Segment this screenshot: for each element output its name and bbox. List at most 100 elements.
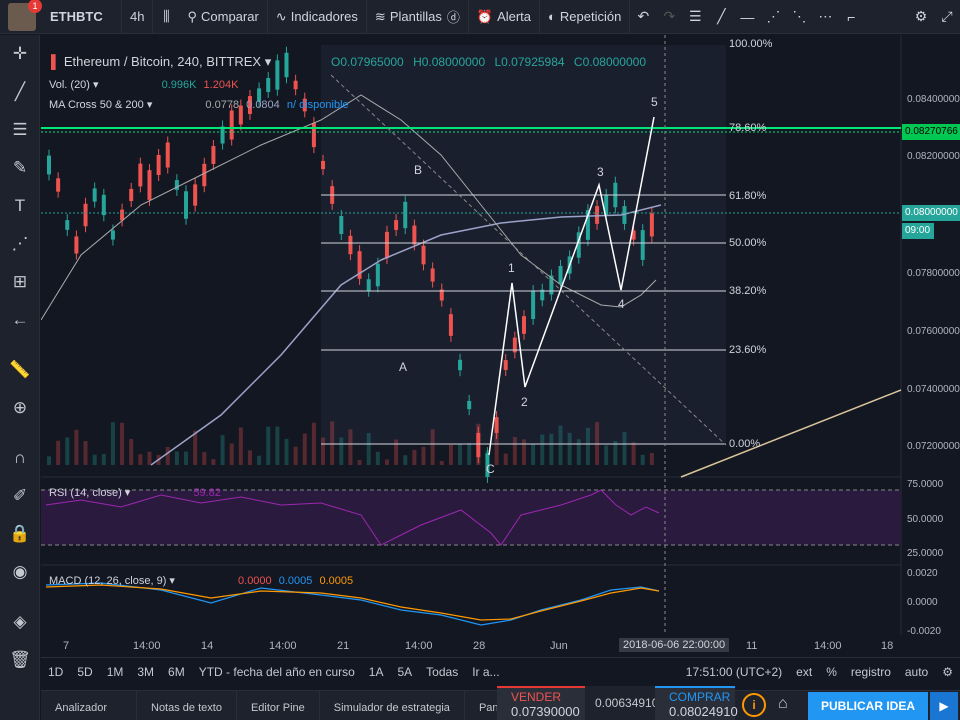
- fullscreen-icon[interactable]: ⤢: [934, 0, 960, 34]
- buy-button[interactable]: COMPRAR 0.08024910: [655, 686, 738, 720]
- percent-toggle[interactable]: %: [819, 665, 844, 679]
- volume-bar: [430, 429, 435, 465]
- replay-button[interactable]: ◐ Repetición: [540, 0, 631, 34]
- tab-strategy-tester[interactable]: Simulador de estrategia: [320, 690, 465, 720]
- wave-abc-icon[interactable]: ⋱: [786, 0, 812, 34]
- notification-badge: 1: [28, 0, 42, 13]
- back-arrow-icon[interactable]: ←: [0, 301, 40, 339]
- trendline-tool-icon[interactable]: ╱: [0, 73, 40, 111]
- undo-icon[interactable]: ↶: [630, 0, 656, 34]
- interval-button[interactable]: 4h: [122, 0, 154, 34]
- volume-bar: [193, 430, 198, 465]
- settings-icon[interactable]: ⚙: [908, 0, 934, 34]
- volume-bar: [220, 435, 225, 465]
- ext-toggle[interactable]: ext: [789, 665, 819, 679]
- volume-bar: [101, 453, 106, 465]
- info-icon[interactable]: i: [742, 693, 766, 717]
- candle-body: [193, 184, 198, 206]
- avatar[interactable]: 1: [8, 0, 42, 31]
- fib-tool-icon[interactable]: ☰: [0, 111, 40, 149]
- chart-settings-icon[interactable]: ⚙: [935, 665, 960, 679]
- stay-drawing-icon[interactable]: ✐: [0, 477, 40, 515]
- wave-123-icon[interactable]: ⋰: [760, 0, 786, 34]
- range-5a[interactable]: 5A: [390, 665, 419, 679]
- candle-body: [293, 80, 298, 90]
- play-icon[interactable]: ▶: [930, 692, 958, 720]
- horizontal-line-icon[interactable]: —: [734, 0, 760, 34]
- range-5d[interactable]: 5D: [70, 665, 99, 679]
- layers-icon[interactable]: ◈: [0, 603, 40, 641]
- wave-wxyz-icon[interactable]: ⋯: [812, 0, 838, 34]
- clock[interactable]: 17:51:00 (UTC+2): [679, 665, 789, 679]
- volume-bar: [649, 452, 654, 465]
- volume-bar: [229, 443, 234, 465]
- volume-bar: [138, 454, 143, 465]
- indicators-button[interactable]: ∿ Indicadores: [268, 0, 367, 34]
- range-ytd[interactable]: YTD - fecha del año en curso: [192, 665, 362, 679]
- zoom-icon[interactable]: ⊕: [0, 389, 40, 427]
- wave-label-2: 2: [521, 395, 528, 409]
- volume-bar: [567, 432, 572, 465]
- auto-toggle[interactable]: auto: [898, 665, 935, 679]
- volume-bar: [403, 455, 408, 465]
- templates-button[interactable]: ≋ Plantillas ⓓ: [367, 0, 469, 34]
- volume-bar: [613, 440, 618, 465]
- trendline-icon[interactable]: ╱: [708, 0, 734, 34]
- symbol-button[interactable]: ETHBTC: [42, 0, 122, 34]
- brush-icon[interactable]: ✎: [0, 149, 40, 187]
- compare-button[interactable]: ⚲ Comparar: [179, 0, 268, 34]
- eye-icon[interactable]: ◉: [0, 553, 40, 591]
- range-1m[interactable]: 1M: [100, 665, 131, 679]
- trash-icon[interactable]: 🗑: [0, 641, 40, 679]
- sell-button[interactable]: VENDER 0.07390000: [497, 686, 585, 720]
- range-1d[interactable]: 1D: [41, 665, 70, 679]
- ruler-icon[interactable]: ⌐: [838, 0, 864, 34]
- candles-icon[interactable]: ⫼: [153, 0, 179, 34]
- volume-bar: [339, 437, 344, 465]
- redo-icon[interactable]: ↷: [656, 0, 682, 34]
- price-chart[interactable]: 0.08400000 0.08200000 0.07800000 0.07600000…: [41, 35, 960, 657]
- tab-analyzer[interactable]: Analizador: [41, 690, 137, 720]
- time-axis-label: 14:00: [405, 640, 433, 652]
- chart-title[interactable]: ▌ Ethereum / Bitcoin, 240, BITTREX ▾: [51, 54, 271, 70]
- candle-body: [83, 203, 88, 227]
- indicators-icon: ∿: [275, 8, 287, 24]
- alert-button[interactable]: ⏰ Alerta: [469, 0, 541, 34]
- camera-icon[interactable]: ⌂: [778, 695, 788, 713]
- candle-body: [595, 206, 600, 224]
- lock-icon[interactable]: 🔒: [0, 515, 40, 553]
- publish-idea-button[interactable]: PUBLICAR IDEA: [808, 692, 928, 720]
- rsi-axis-label: 50.0000: [907, 514, 944, 525]
- volume-bar: [302, 433, 307, 465]
- volume-bar: [147, 451, 152, 465]
- volume-bar: [47, 456, 51, 465]
- text-icon[interactable]: T: [0, 187, 40, 225]
- rsi-legend[interactable]: RSI (14, close) ▾ 59.82: [49, 486, 221, 499]
- range-1a[interactable]: 1A: [362, 665, 391, 679]
- volume-legend[interactable]: Vol. (20) ▾ 0.996K 1.204K: [49, 78, 238, 91]
- magnet-icon[interactable]: ∩: [0, 439, 40, 477]
- crosshair-icon[interactable]: ✛: [0, 35, 40, 73]
- volume-bar: [585, 427, 590, 465]
- range-6m[interactable]: 6M: [161, 665, 192, 679]
- menu-icon[interactable]: ☰: [682, 0, 708, 34]
- prediction-icon[interactable]: ⊞: [0, 263, 40, 301]
- range-all[interactable]: Todas: [419, 665, 465, 679]
- macd-axis-label: 0.0000: [907, 597, 938, 608]
- tab-pine-editor[interactable]: Editor Pine: [237, 690, 320, 720]
- tab-text-notes[interactable]: Notas de texto: [137, 690, 237, 720]
- volume-bar: [366, 433, 371, 465]
- candle-body: [202, 163, 207, 187]
- chart-area[interactable]: 0.08400000 0.08200000 0.07800000 0.07600000…: [41, 35, 960, 657]
- ma-legend[interactable]: MA Cross 50 & 200 ▾ 0.0778 0.0804 n/ dis…: [49, 98, 349, 111]
- log-toggle[interactable]: registro: [844, 665, 898, 679]
- volume-bar: [120, 422, 125, 465]
- volume-bar: [622, 432, 627, 465]
- pattern-icon[interactable]: ⋰: [0, 225, 40, 263]
- macd-legend[interactable]: MACD (12, 26, close, 9) ▾ 0.0000 0.0005 …: [49, 574, 353, 587]
- range-3m[interactable]: 3M: [130, 665, 161, 679]
- goto-date[interactable]: Ir a...: [465, 665, 506, 679]
- candle-body: [531, 291, 536, 319]
- volume-bar: [439, 460, 444, 465]
- measure-icon[interactable]: 📏: [0, 351, 40, 389]
